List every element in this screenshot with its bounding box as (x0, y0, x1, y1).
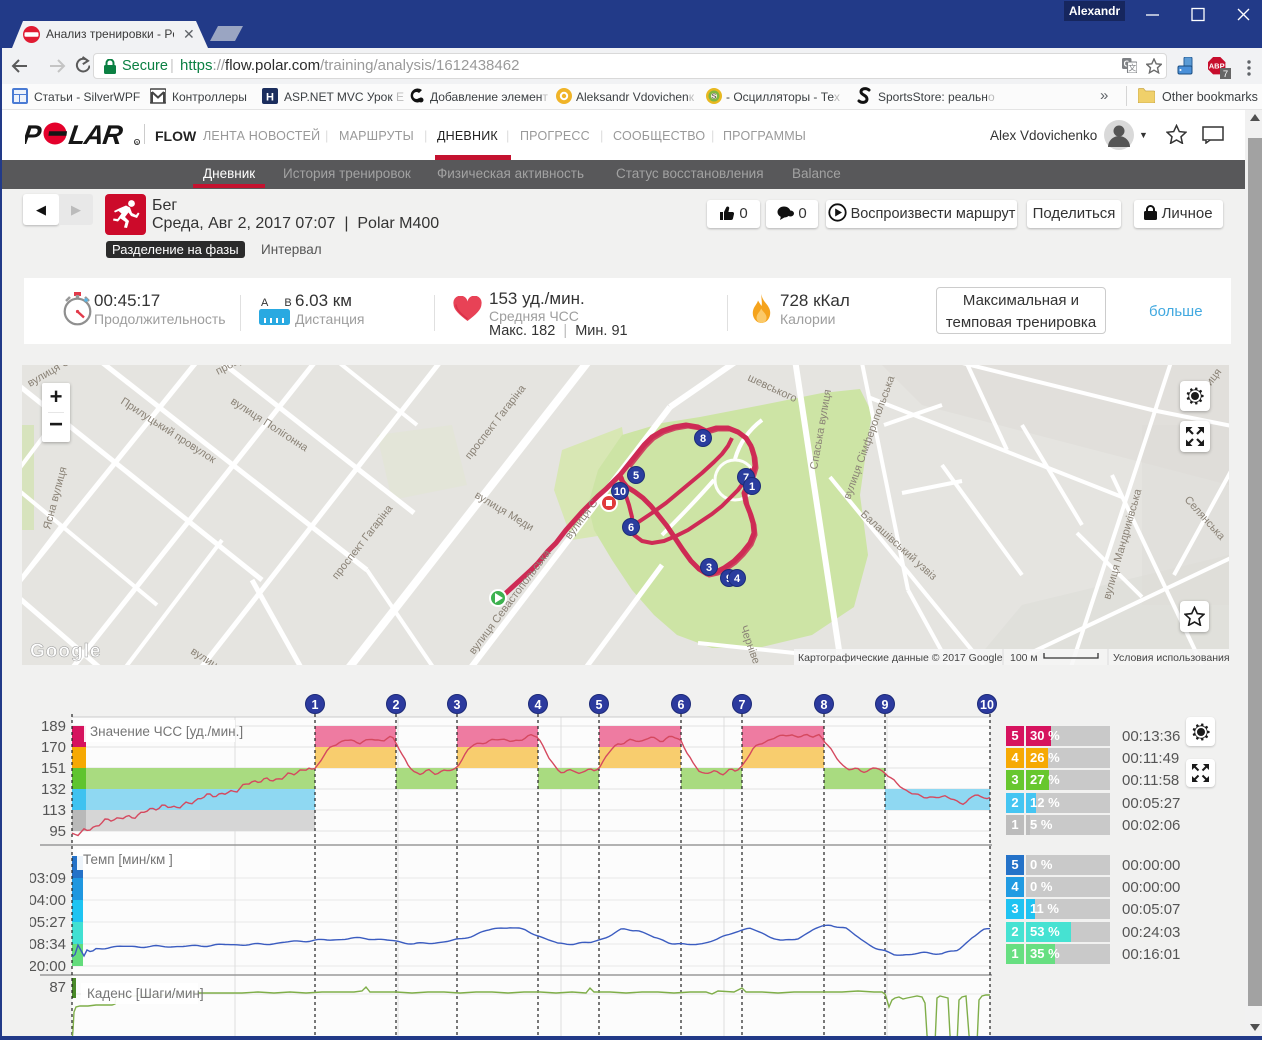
svg-text:4: 4 (535, 698, 542, 712)
svg-text:5: 5 (596, 698, 603, 712)
svg-text:132: 132 (41, 781, 66, 798)
svg-text:1: 1 (749, 481, 755, 493)
svg-text:Картографические данные © 2017: Картографические данные © 2017 Google (798, 652, 1003, 664)
svg-text:7: 7 (739, 698, 746, 712)
svg-text:8: 8 (821, 698, 828, 712)
svg-text:10: 10 (614, 486, 626, 498)
svg-text:113: 113 (42, 802, 66, 819)
svg-text:6: 6 (628, 522, 634, 534)
svg-text:87: 87 (49, 979, 66, 996)
svg-text:1: 1 (312, 698, 319, 712)
svg-text:Значение ЧСС [уд./мин.]: Значение ЧСС [уд./мин.] (90, 724, 243, 739)
svg-text:LAR: LAR (67, 121, 125, 147)
svg-text:R: R (135, 140, 139, 145)
svg-text:6: 6 (678, 698, 685, 712)
svg-text:100 м: 100 м (1010, 652, 1038, 664)
svg-text:3: 3 (454, 698, 461, 712)
svg-text:05:27: 05:27 (30, 914, 66, 931)
svg-text:P: P (25, 121, 44, 147)
svg-text:03:09: 03:09 (30, 870, 66, 887)
svg-text:Google: Google (30, 641, 101, 662)
svg-text:5: 5 (633, 470, 639, 482)
svg-text:20:00: 20:00 (30, 958, 66, 975)
svg-text:10: 10 (980, 698, 994, 712)
svg-text:151: 151 (41, 760, 66, 777)
svg-text:08:34: 08:34 (30, 936, 66, 953)
svg-text:H: H (266, 92, 274, 104)
svg-text:S: S (712, 94, 717, 101)
svg-text:Каденс [Шаги/мин]: Каденс [Шаги/мин] (87, 986, 204, 1001)
svg-text:文: 文 (1128, 63, 1136, 73)
svg-text:2: 2 (393, 698, 400, 712)
svg-text:Условия использования: Условия использования (1113, 652, 1229, 664)
svg-text:9: 9 (882, 698, 889, 712)
svg-text:7: 7 (1223, 69, 1228, 80)
svg-text:170: 170 (41, 739, 66, 756)
svg-text:4: 4 (734, 573, 741, 585)
svg-text:3: 3 (706, 562, 712, 574)
svg-text:189: 189 (41, 718, 66, 735)
svg-text:Темп [мин/км ]: Темп [мин/км ] (83, 852, 173, 867)
svg-text:95: 95 (49, 823, 66, 840)
svg-text:04:00: 04:00 (30, 892, 66, 909)
svg-text:8: 8 (700, 433, 706, 445)
